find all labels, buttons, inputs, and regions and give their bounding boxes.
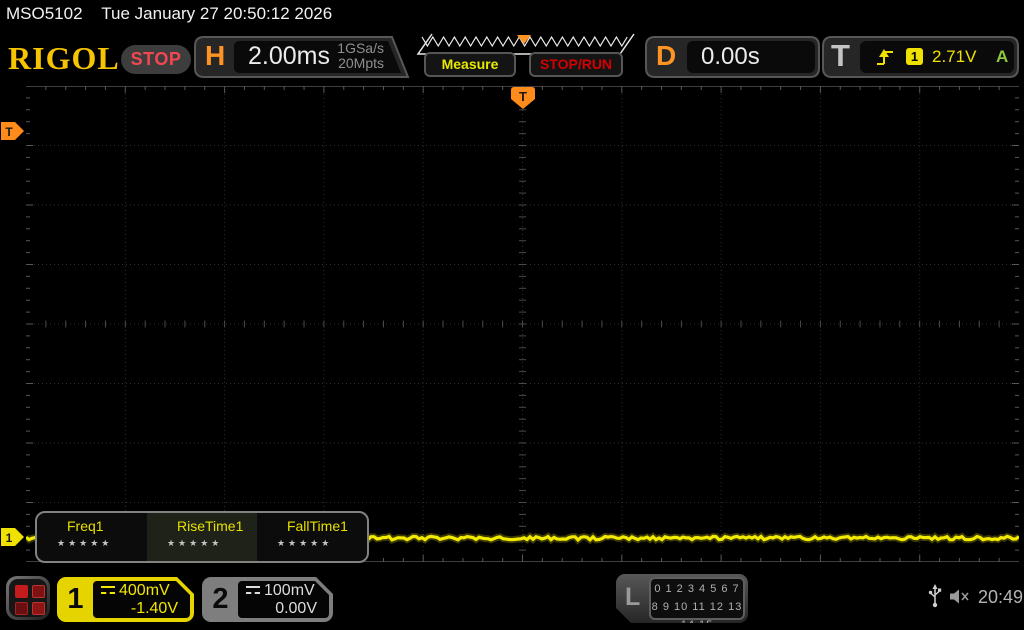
measure-button[interactable]: Measure (424, 52, 516, 77)
stop-run-button[interactable]: STOP/RUN (529, 52, 623, 77)
speaker-muted-icon (948, 588, 972, 605)
measurement-item-freq1[interactable]: Freq1 ★★★★★ (37, 513, 147, 561)
trigger-level-value: 2.71V (932, 47, 976, 67)
logic-channel-list: 0 1 2 3 4 5 6 7 8 9 10 11 12 13 14 15 (649, 577, 745, 620)
measurement-panel: Freq1 ★★★★★ RiseTime1 ★★★★★ FallTime1 ★★… (35, 511, 369, 563)
trigger-level-marker[interactable]: T (0, 121, 26, 141)
measurement-item-risetime1[interactable]: RiseTime1 ★★★★★ (147, 513, 257, 561)
rising-edge-icon (874, 46, 896, 68)
usb-icon (928, 584, 942, 608)
channel2-settings: 100mV 0.00V (238, 581, 329, 618)
measurement-value: ★★★★★ (257, 538, 367, 549)
channel1-badge[interactable]: 1 400mV -1.40V (57, 577, 194, 622)
channel2-number: 2 (202, 577, 239, 622)
delay-block[interactable]: D 0.00s (645, 36, 821, 78)
logic-label: L (625, 583, 640, 612)
delay-value: 0.00s (701, 43, 760, 71)
clock-text: 20:49 (978, 587, 1023, 608)
menu-grid-button[interactable] (6, 576, 50, 620)
sample-rate: 1GSa/s (337, 41, 384, 56)
channel1-number: 1 (57, 577, 94, 622)
horizontal-settings-block[interactable]: H 2.00ms 1GSa/s 20Mpts (194, 36, 420, 78)
rigol-logo: RIGOL (8, 40, 120, 77)
logic-row2: 8 9 10 11 12 13 14 15 (651, 598, 743, 630)
oscilloscope-screen: MSO5102 Tue January 27 20:50:12 2026 RIG… (0, 0, 1024, 630)
acquisition-status-badge: STOP (121, 45, 191, 74)
measurement-label: RiseTime1 (147, 518, 257, 534)
sample-rate-memory: 1GSa/s 20Mpts (337, 41, 384, 71)
channel2-badge[interactable]: 2 100mV 0.00V (202, 577, 333, 622)
channel2-scale: 100mV (264, 582, 315, 599)
datetime-text: Tue January 27 20:50:12 2026 (101, 4, 332, 23)
trigger-source-badge: 1 (906, 48, 923, 65)
logic-row1: 0 1 2 3 4 5 6 7 (651, 580, 743, 598)
ch1-ground-marker[interactable]: 1 (0, 527, 26, 547)
graticule (26, 86, 1019, 562)
measurement-label: FallTime1 (257, 518, 367, 534)
trigger-position-marker[interactable]: T (509, 86, 537, 110)
model-name: MSO5102 (6, 4, 83, 23)
measurement-item-falltime1[interactable]: FallTime1 ★★★★★ (257, 513, 367, 561)
trigger-block[interactable]: T 1 2.71V A (822, 36, 1020, 78)
ch1-ground-letter: 1 (6, 531, 13, 545)
trigger-position-letter: T (519, 89, 527, 104)
measurement-value: ★★★★★ (37, 538, 147, 549)
delay-label: D (656, 40, 676, 72)
trigger-label: T (831, 38, 850, 74)
dc-coupling-icon (246, 586, 260, 594)
dc-coupling-icon (101, 586, 115, 594)
logic-channels-badge[interactable]: L 0 1 2 3 4 5 6 7 8 9 10 11 12 13 14 15 (616, 574, 748, 623)
channel1-offset: -1.40V (93, 600, 190, 618)
channel1-settings: 400mV -1.40V (93, 581, 190, 618)
menu-grid-icon (9, 579, 47, 617)
channel2-offset: 0.00V (238, 600, 329, 618)
trigger-sweep-mode: A (996, 47, 1008, 67)
timebase-value: 2.00ms (248, 42, 330, 71)
horizontal-label: H (205, 40, 225, 72)
memory-depth: 20Mpts (337, 56, 384, 71)
trigger-level-letter: T (5, 125, 13, 139)
measurement-label: Freq1 (37, 518, 147, 534)
channel1-scale: 400mV (119, 582, 170, 599)
measurement-value: ★★★★★ (147, 538, 257, 549)
top-status-bar: MSO5102 Tue January 27 20:50:12 2026 (0, 0, 1024, 30)
